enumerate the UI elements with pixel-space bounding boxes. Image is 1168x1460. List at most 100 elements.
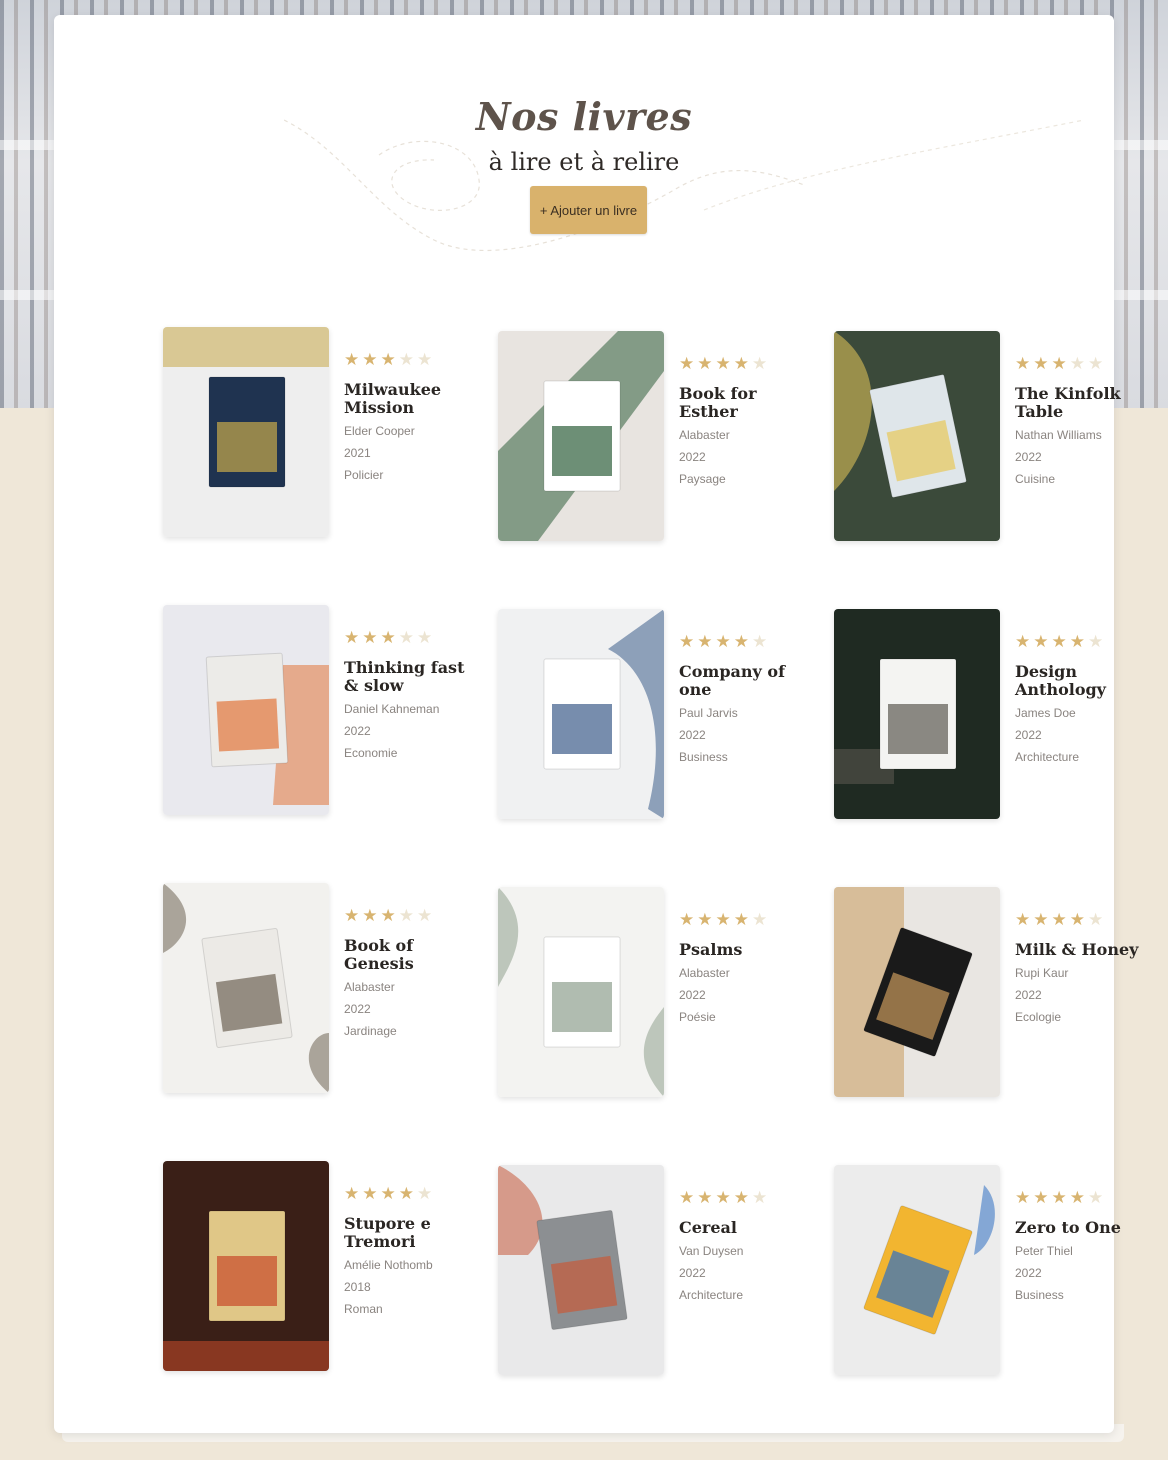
book-title[interactable]: Design Anthology [1015, 663, 1155, 699]
star-icon[interactable]: ★ [362, 629, 377, 647]
book-title[interactable]: Zero to One [1015, 1219, 1155, 1237]
star-icon[interactable]: ★ [716, 355, 731, 373]
book-card[interactable]: ★ ★ ★ ★ ★ Book for Esther Alabaster 2022 Pay… [498, 331, 818, 543]
book-cover-image[interactable] [163, 1161, 329, 1371]
book-cover-image[interactable] [834, 887, 1000, 1097]
star-icon[interactable]: ★ [716, 911, 731, 929]
book-title[interactable]: Book for Esther [679, 385, 819, 421]
star-icon[interactable]: ★ [1088, 911, 1103, 929]
star-icon[interactable]: ★ [381, 351, 396, 369]
star-icon[interactable]: ★ [1088, 1189, 1103, 1207]
star-icon[interactable]: ★ [716, 633, 731, 651]
book-cover-image[interactable] [163, 883, 329, 1093]
books-card: Nos livres à lire et à relire + Ajouter … [54, 15, 1138, 1433]
star-icon[interactable]: ★ [417, 629, 432, 647]
book-cover-image[interactable] [498, 1165, 664, 1375]
star-icon[interactable]: ★ [1015, 1189, 1030, 1207]
book-card[interactable]: ★ ★ ★ ★ ★ Company of one Paul Jarvis 2022 Bu… [498, 609, 818, 821]
star-icon[interactable]: ★ [344, 907, 359, 925]
star-icon[interactable]: ★ [679, 355, 694, 373]
star-icon[interactable]: ★ [697, 633, 712, 651]
book-title[interactable]: Cereal [679, 1219, 819, 1237]
star-icon[interactable]: ★ [734, 911, 749, 929]
book-card[interactable]: ★ ★ ★ ★ ★ The Kinfolk Table Nathan Williams … [834, 331, 1154, 543]
star-icon[interactable]: ★ [417, 351, 432, 369]
book-title[interactable]: Psalms [679, 941, 819, 959]
star-icon[interactable]: ★ [752, 1189, 767, 1207]
book-card[interactable]: ★ ★ ★ ★ ★ Psalms Alabaster 2022 Poésie [498, 887, 818, 1099]
book-title[interactable]: Thinking fast & slow [344, 659, 484, 695]
book-title[interactable]: Book of Genesis [344, 937, 484, 973]
star-icon[interactable]: ★ [716, 1189, 731, 1207]
star-icon[interactable]: ★ [734, 633, 749, 651]
star-icon[interactable]: ★ [752, 355, 767, 373]
star-icon[interactable]: ★ [752, 633, 767, 651]
star-icon[interactable]: ★ [344, 1185, 359, 1203]
book-cover-image[interactable] [834, 1165, 1000, 1375]
star-icon[interactable]: ★ [1015, 355, 1030, 373]
star-icon[interactable]: ★ [399, 629, 414, 647]
star-icon[interactable]: ★ [381, 907, 396, 925]
star-icon[interactable]: ★ [1070, 1189, 1085, 1207]
star-icon[interactable]: ★ [697, 911, 712, 929]
star-icon[interactable]: ★ [381, 1185, 396, 1203]
star-icon[interactable]: ★ [1052, 911, 1067, 929]
star-icon[interactable]: ★ [679, 1189, 694, 1207]
star-icon[interactable]: ★ [1015, 633, 1030, 651]
star-icon[interactable]: ★ [1052, 1189, 1067, 1207]
star-icon[interactable]: ★ [1052, 633, 1067, 651]
star-icon[interactable]: ★ [734, 1189, 749, 1207]
star-icon[interactable]: ★ [734, 355, 749, 373]
book-cover-image[interactable] [498, 331, 664, 541]
star-icon[interactable]: ★ [399, 351, 414, 369]
book-cover-image[interactable] [498, 609, 664, 819]
star-icon[interactable]: ★ [752, 911, 767, 929]
star-icon[interactable]: ★ [1015, 911, 1030, 929]
star-icon[interactable]: ★ [417, 907, 432, 925]
star-icon[interactable]: ★ [399, 1185, 414, 1203]
book-card[interactable]: ★ ★ ★ ★ ★ Book of Genesis Alabaster 2022 Jar… [163, 883, 483, 1095]
book-cover-image[interactable] [834, 609, 1000, 819]
book-title[interactable]: Stupore e Tremori [344, 1215, 484, 1251]
star-icon[interactable]: ★ [1052, 355, 1067, 373]
book-title[interactable]: Company of one [679, 663, 819, 699]
star-icon[interactable]: ★ [679, 633, 694, 651]
book-card[interactable]: ★ ★ ★ ★ ★ Thinking fast & slow Daniel Kahnem… [163, 605, 483, 817]
star-icon[interactable]: ★ [1088, 355, 1103, 373]
star-icon[interactable]: ★ [697, 355, 712, 373]
book-card[interactable]: ★ ★ ★ ★ ★ Design Anthology James Doe 2022 Ar… [834, 609, 1154, 821]
star-icon[interactable]: ★ [1033, 633, 1048, 651]
book-cover-image[interactable] [834, 331, 1000, 541]
star-icon[interactable]: ★ [1088, 633, 1103, 651]
star-icon[interactable]: ★ [344, 629, 359, 647]
book-card[interactable]: ★ ★ ★ ★ ★ Cereal Van Duysen 2022 Architectur… [498, 1165, 818, 1377]
add-book-button[interactable]: + Ajouter un livre [530, 186, 647, 234]
star-icon[interactable]: ★ [1033, 1189, 1048, 1207]
book-card[interactable]: ★ ★ ★ ★ ★ Milwaukee Mission Elder Cooper 202… [163, 327, 483, 539]
book-card[interactable]: ★ ★ ★ ★ ★ Milk & Honey Rupi Kaur 2022 Ecolog… [834, 887, 1154, 1099]
star-icon[interactable]: ★ [362, 907, 377, 925]
star-icon[interactable]: ★ [1070, 355, 1085, 373]
book-card[interactable]: ★ ★ ★ ★ ★ Zero to One Peter Thiel 2022 Busin… [834, 1165, 1154, 1377]
book-year: 2022 [679, 988, 706, 1002]
book-card[interactable]: ★ ★ ★ ★ ★ Stupore e Tremori Amélie Nothomb 2… [163, 1161, 483, 1373]
book-info: ★ ★ ★ ★ ★ The Kinfolk Table Nathan Williams … [1015, 355, 1155, 487]
book-cover-image[interactable] [163, 327, 329, 537]
star-icon[interactable]: ★ [362, 351, 377, 369]
star-icon[interactable]: ★ [1070, 911, 1085, 929]
star-icon[interactable]: ★ [679, 911, 694, 929]
book-cover-image[interactable] [498, 887, 664, 1097]
star-icon[interactable]: ★ [697, 1189, 712, 1207]
star-icon[interactable]: ★ [1070, 633, 1085, 651]
book-cover-image[interactable] [163, 605, 329, 815]
star-icon[interactable]: ★ [399, 907, 414, 925]
book-title[interactable]: Milwaukee Mission [344, 381, 484, 417]
star-icon[interactable]: ★ [344, 351, 359, 369]
star-icon[interactable]: ★ [362, 1185, 377, 1203]
star-icon[interactable]: ★ [417, 1185, 432, 1203]
star-icon[interactable]: ★ [1033, 355, 1048, 373]
star-icon[interactable]: ★ [381, 629, 396, 647]
book-title[interactable]: The Kinfolk Table [1015, 385, 1155, 421]
star-icon[interactable]: ★ [1033, 911, 1048, 929]
book-title[interactable]: Milk & Honey [1015, 941, 1155, 959]
